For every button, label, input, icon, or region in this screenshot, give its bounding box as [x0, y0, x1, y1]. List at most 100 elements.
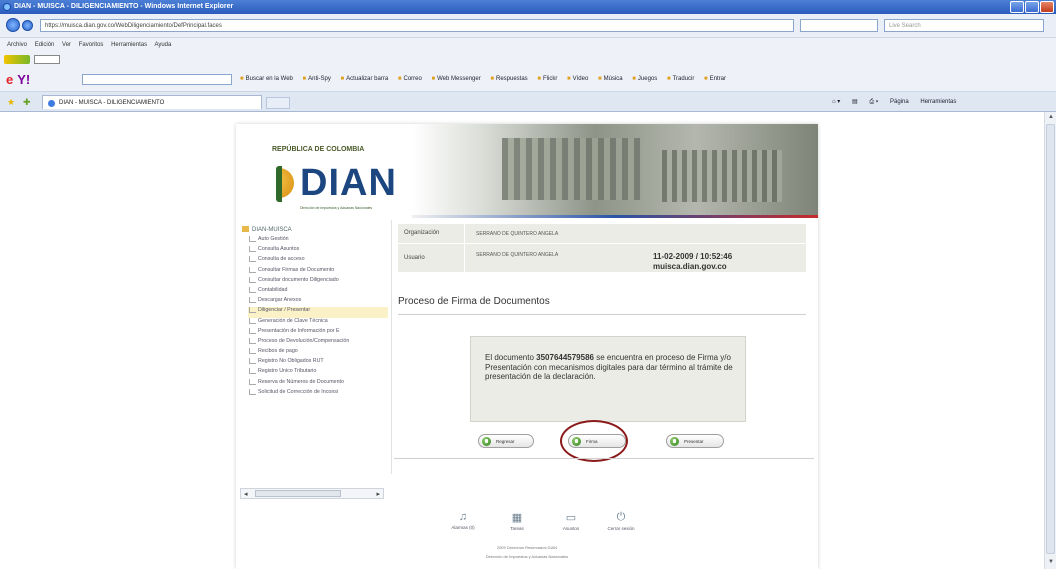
yt-flickr[interactable]: Flickr: [537, 76, 557, 82]
menu-item[interactable]: Presentación de Información por E: [248, 327, 388, 338]
address-input[interactable]: https://muisca.dian.gov.co/WebDiligencia…: [40, 19, 794, 32]
back-button-label: Regresar: [496, 439, 515, 444]
command-bar: ⌂ ▾ ▤ ⎙ ▾ Página Herramientas: [832, 98, 966, 106]
user-label: Usuario: [404, 255, 425, 261]
toolbar-links: [0, 52, 1056, 68]
menu-item[interactable]: Consulta Asuntos: [248, 246, 388, 256]
menu-item[interactable]: Proceso de Devolución/Compensación: [248, 337, 388, 348]
menu-item[interactable]: Descargar Anexos: [248, 297, 388, 307]
session-datetime: 11-02-2009 / 10:52:46 muisca.dian.gov.co: [653, 252, 732, 272]
close-button[interactable]: [1040, 1, 1054, 13]
scroll-down-icon[interactable]: ▼: [1047, 559, 1055, 567]
favorites-star-icon[interactable]: ★: [7, 97, 15, 108]
toolbar-logo-icon[interactable]: [4, 55, 30, 64]
feeds-icon[interactable]: ▤: [852, 99, 858, 105]
add-favorites-icon[interactable]: ✚: [23, 97, 31, 108]
window-titlebar: DIAN - MUISCA - DILIGENCIAMIENTO - Windo…: [0, 0, 1056, 14]
yt-juegos[interactable]: Juegos: [632, 76, 657, 82]
site-footer: ♫ Alarmas (0) ▦ Tareas ▭ Asuntos ⏻ Cerra…: [236, 499, 818, 569]
menu-horizontal-scrollbar[interactable]: ◂ ▸: [240, 488, 384, 499]
menu-item[interactable]: Registro Único Tributario: [248, 368, 388, 378]
document-number: 3507644579586: [536, 353, 594, 362]
menu-edicion[interactable]: Edición: [35, 42, 55, 48]
yahoo-toolbar-items: Buscar en la Web Anti-Spy Actualizar bar…: [240, 76, 734, 82]
yahoo-logo-icon[interactable]: e Y!: [6, 72, 30, 87]
tasks-icon: ▦: [511, 512, 523, 524]
title-divider: [398, 314, 806, 315]
present-button[interactable]: Presentar: [666, 434, 724, 448]
yt-antispy[interactable]: Anti-Spy: [303, 76, 331, 82]
tab-dian[interactable]: DIAN - MUISCA - DILIGENCIAMIENTO: [42, 95, 262, 109]
menu-item[interactable]: Auto Gestión: [248, 236, 388, 246]
menu-root[interactable]: DIAN-MUISCA: [242, 226, 292, 233]
power-icon: ⏻: [616, 511, 626, 523]
copyright: 2009 Derechos Reservados DIAN: [496, 545, 558, 550]
menu-herramientas[interactable]: Herramientas: [111, 42, 147, 48]
scroll-thumb[interactable]: [1046, 124, 1055, 554]
yt-traducir[interactable]: Traducir: [667, 76, 694, 82]
session-info: Organización SERRANO DE QUINTERO ANGELA …: [398, 224, 806, 272]
menu-item[interactable]: Reserva de Números de Documento: [248, 378, 388, 389]
yt-messenger[interactable]: Web Messenger: [432, 76, 481, 82]
menu-archivo[interactable]: Archivo: [7, 42, 27, 48]
header-photo: [412, 124, 818, 218]
menu-item[interactable]: Registro No Obligados RUT: [248, 358, 388, 368]
yt-musica[interactable]: Música: [598, 76, 623, 82]
yt-correo[interactable]: Correo: [398, 76, 422, 82]
toolbar-dropdown[interactable]: [34, 55, 60, 64]
tools-menu[interactable]: Herramientas: [920, 99, 956, 105]
search-input[interactable]: Live Search: [884, 19, 1044, 32]
maximize-button[interactable]: [1025, 1, 1039, 13]
dian-brand: DIAN: [300, 162, 397, 204]
menu-favoritos[interactable]: Favoritos: [79, 42, 104, 48]
minimize-button[interactable]: [1010, 1, 1024, 13]
org-value: SERRANO DE QUINTERO ANGELA: [476, 231, 559, 237]
footer-tasks[interactable]: ▦ Tareas: [497, 511, 537, 531]
print-icon[interactable]: ⎙ ▾: [869, 99, 878, 105]
scroll-up-icon[interactable]: ▲: [1047, 114, 1055, 122]
yt-actualizar[interactable]: Actualizar barra: [341, 76, 389, 82]
vertical-scrollbar[interactable]: ▲ ▼: [1044, 112, 1056, 569]
footer-logout[interactable]: ⏻ Cerrar sesión: [601, 511, 641, 531]
menu-item[interactable]: Consultar Firmas de Documento: [248, 266, 388, 277]
home-icon[interactable]: ⌂ ▾: [832, 99, 840, 105]
window-controls: [1010, 1, 1054, 13]
message-box: El documento 3507644579586 se encuentra …: [470, 336, 746, 422]
menu-item[interactable]: Consultar documento Diligenciado: [248, 276, 388, 287]
message-text: El documento 3507644579586 se encuentra …: [485, 353, 737, 382]
dian-logo-icon: [256, 164, 296, 204]
footer-issues-label: Asuntos: [562, 526, 580, 531]
menu-item[interactable]: Contabilidad: [248, 286, 388, 297]
menu-item-active[interactable]: Diligenciar / Presentar: [248, 307, 388, 318]
folder-icon: ▭: [565, 512, 577, 524]
footer-alarms[interactable]: ♫ Alarmas (0): [443, 511, 483, 530]
menu-ver[interactable]: Ver: [62, 42, 71, 48]
bell-icon: ♫: [458, 511, 468, 523]
menu-item[interactable]: Solicitud de Corrección de Inconsi: [248, 388, 388, 399]
yt-video[interactable]: Vídeo: [567, 76, 588, 82]
back-button[interactable]: Regresar: [478, 434, 534, 448]
window-title: DIAN - MUISCA - DILIGENCIAMIENTO - Windo…: [14, 3, 234, 10]
site-header: REPÚBLICA DE COLOMBIA DIAN Dirección de …: [236, 124, 818, 220]
yahoo-search-input[interactable]: [82, 74, 232, 85]
scroll-left-icon[interactable]: ◂: [244, 490, 248, 498]
menu-item[interactable]: Recibos de pago: [248, 348, 388, 358]
yt-entrar[interactable]: Entrar: [704, 76, 726, 82]
present-button-label: Presentar: [684, 439, 704, 444]
dian-site: REPÚBLICA DE COLOMBIA DIAN Dirección de …: [236, 124, 818, 569]
message-before: El documento: [485, 353, 537, 362]
new-tab-button[interactable]: [266, 97, 290, 109]
menu-ayuda[interactable]: Ayuda: [154, 42, 171, 48]
menu-item[interactable]: Generación de Clave Técnica: [248, 317, 388, 328]
address-actions[interactable]: [800, 19, 878, 32]
yt-buscar[interactable]: Buscar en la Web: [240, 76, 293, 82]
menu-item[interactable]: Consulta de acceso: [248, 256, 388, 266]
page-menu[interactable]: Página: [890, 99, 909, 105]
menu-scroll-thumb[interactable]: [255, 490, 341, 497]
footer-issues[interactable]: ▭ Asuntos: [551, 511, 591, 531]
scroll-right-icon[interactable]: ▸: [376, 490, 380, 498]
menu-list: Auto Gestión Consulta Asuntos Consulta d…: [248, 236, 388, 399]
yt-respuestas[interactable]: Respuestas: [490, 76, 527, 82]
back-arrow-icon[interactable]: [6, 18, 20, 32]
forward-arrow-icon[interactable]: [22, 20, 33, 31]
